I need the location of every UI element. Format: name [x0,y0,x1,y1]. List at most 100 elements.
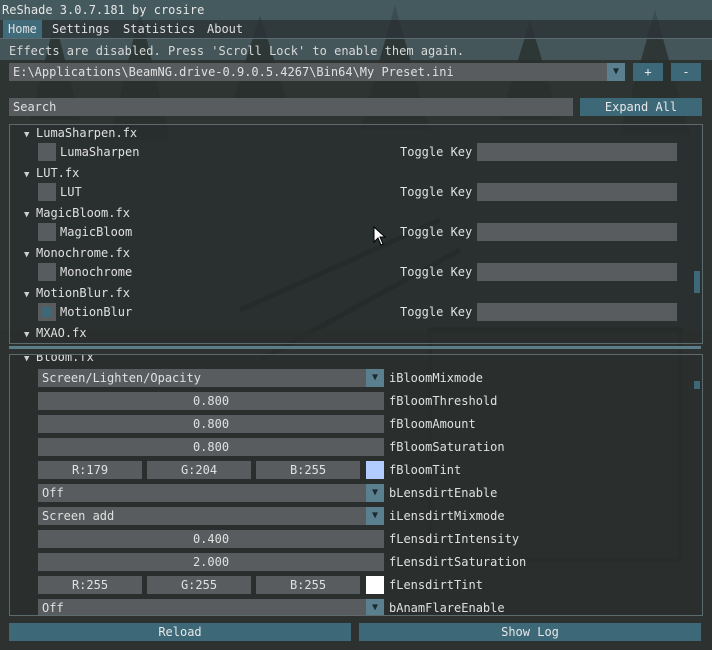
color-b-field[interactable]: B:255 [256,461,360,479]
effects-scrollbar[interactable] [692,125,702,343]
combo-value: Screen add [42,509,115,523]
menu-home[interactable]: Home [3,20,42,38]
chevron-down-icon[interactable]: ▼ [607,63,625,81]
triangle-down-icon: ▼ [24,330,30,340]
effect-group-header[interactable]: ▼ LumaSharpen.fx [24,125,137,141]
param-label: fLensdirtIntensity [389,532,520,546]
effect-checkbox-checked[interactable] [38,303,56,321]
param-label: fBloomAmount [389,417,476,431]
panel-splitter[interactable] [9,346,701,349]
menu-bar: Home Settings Statistics About [0,20,712,39]
param-label: fLensdirtSaturation [389,555,527,569]
effect-group-header[interactable]: ▼ Monochrome.fx [24,245,130,261]
preset-dropdown[interactable]: E:\Applications\BeamNG.drive-0.9.0.5.426… [9,63,625,81]
menu-settings[interactable]: Settings [47,20,115,38]
effect-checkbox[interactable] [38,223,56,241]
color-r-field[interactable]: R:255 [38,576,142,594]
effect-group-header[interactable]: ▼ MotionBlur.fx [24,285,130,301]
effect-checkbox[interactable] [38,263,56,281]
color-b-field[interactable]: B:255 [256,576,360,594]
effect-file-label: LumaSharpen.fx [36,126,138,140]
toggle-key-label: Toggle Key [400,145,473,159]
triangle-down-icon: ▼ [24,170,30,180]
toggle-key-input[interactable] [477,183,677,201]
toggle-key-input[interactable] [477,303,677,321]
expand-all-button[interactable]: Expand All [580,98,702,116]
combo-lensdirt-mixmode[interactable]: Screen add ▼ [38,507,384,525]
reshade-window: ReShade 3.0.7.181 by crosire Home Settin… [0,0,712,650]
param-label: bAnamFlareEnable [389,601,505,615]
param-label: fBloomSaturation [389,440,505,454]
effect-name: LUT [60,185,82,199]
triangle-down-icon: ▼ [24,354,30,364]
effect-name: LumaSharpen [60,145,140,159]
effect-checkbox[interactable] [38,183,56,201]
param-label: fLensdirtTint [389,578,483,592]
combo-lensdirt-enable[interactable]: Off ▼ [38,484,384,502]
combo-value: Off [42,486,64,500]
show-log-button[interactable]: Show Log [359,623,701,641]
remove-preset-button[interactable]: - [671,63,701,81]
scrollbar-thumb[interactable] [694,381,700,389]
triangle-down-icon: ▼ [24,210,30,220]
effect-file-label: MXAO.fx [36,326,87,340]
color-swatch[interactable] [366,461,384,479]
toggle-key-label: Toggle Key [400,185,473,199]
effect-name: MagicBloom [60,225,133,239]
effects-list-panel[interactable]: ▼ LumaSharpen.fx LumaSharpen Toggle Key ▼… [9,124,703,344]
chevron-down-icon[interactable]: ▼ [366,599,384,615]
search-input[interactable]: Search [9,98,573,116]
triangle-down-icon: ▼ [24,250,30,260]
effects-disabled-notice: Effects are disabled. Press 'Scroll Lock… [9,44,465,58]
slider-bloom-saturation[interactable]: 0.800 [38,438,384,456]
slider-lensdirt-intensity[interactable]: 0.400 [38,530,384,548]
effect-group-header[interactable]: ▼ LUT.fx [24,165,79,181]
combo-value: Off [42,601,64,615]
param-label: fBloomTint [389,463,462,477]
color-g-field[interactable]: G:255 [147,576,251,594]
toggle-key-label: Toggle Key [400,305,473,319]
search-placeholder: Search [13,100,57,114]
color-r-field[interactable]: R:179 [38,461,142,479]
add-preset-button[interactable]: + [633,63,663,81]
param-label: bLensdirtEnable [389,486,498,500]
chevron-down-icon[interactable]: ▼ [366,484,384,502]
param-label: iBloomMixmode [389,371,483,385]
combo-bloom-mixmode[interactable]: Screen/Lighten/Opacity ▼ [38,369,384,387]
color-swatch[interactable] [366,576,384,594]
chevron-down-icon[interactable]: ▼ [366,507,384,525]
triangle-down-icon: ▼ [24,290,30,300]
toggle-key-label: Toggle Key [400,225,473,239]
effect-group-header[interactable]: ▼ MagicBloom.fx [24,205,130,221]
effect-name: MotionBlur [60,305,133,319]
slider-bloom-threshold[interactable]: 0.800 [38,392,384,410]
mouse-cursor-icon [373,226,387,246]
slider-bloom-amount[interactable]: 0.800 [38,415,384,433]
title-bar: ReShade 3.0.7.181 by crosire [0,0,712,20]
scrollbar-thumb[interactable] [694,271,700,293]
param-label: iLensdirtMixmode [389,509,505,523]
toggle-key-input[interactable] [477,223,677,241]
menu-statistics[interactable]: Statistics [118,20,200,38]
param-section-header[interactable]: ▼ Bloom.fx [24,354,94,365]
chevron-down-icon[interactable]: ▼ [366,369,384,387]
effect-group-header[interactable]: ▼ MXAO.fx [24,325,87,341]
effect-file-label: Monochrome.fx [36,246,130,260]
slider-lensdirt-saturation[interactable]: 2.000 [38,553,384,571]
toggle-key-input[interactable] [477,143,677,161]
parameters-scrollbar[interactable] [692,355,702,615]
menu-about[interactable]: About [202,20,248,38]
preset-path: E:\Applications\BeamNG.drive-0.9.0.5.426… [13,65,454,79]
parameters-panel[interactable]: ▼ Bloom.fx Screen/Lighten/Opacity ▼ iBloom… [9,354,703,616]
combo-value: Screen/Lighten/Opacity [42,371,201,385]
combo-anamflare-enable[interactable]: Off ▼ [38,599,384,615]
effect-checkbox[interactable] [38,143,56,161]
window-title: ReShade 3.0.7.181 by crosire [2,3,205,17]
reload-button[interactable]: Reload [9,623,351,641]
toggle-key-input[interactable] [477,263,677,281]
param-section-label: Bloom.fx [36,354,94,364]
effect-file-label: MotionBlur.fx [36,286,130,300]
color-g-field[interactable]: G:204 [147,461,251,479]
toggle-key-label: Toggle Key [400,265,473,279]
effect-file-label: MagicBloom.fx [36,206,130,220]
